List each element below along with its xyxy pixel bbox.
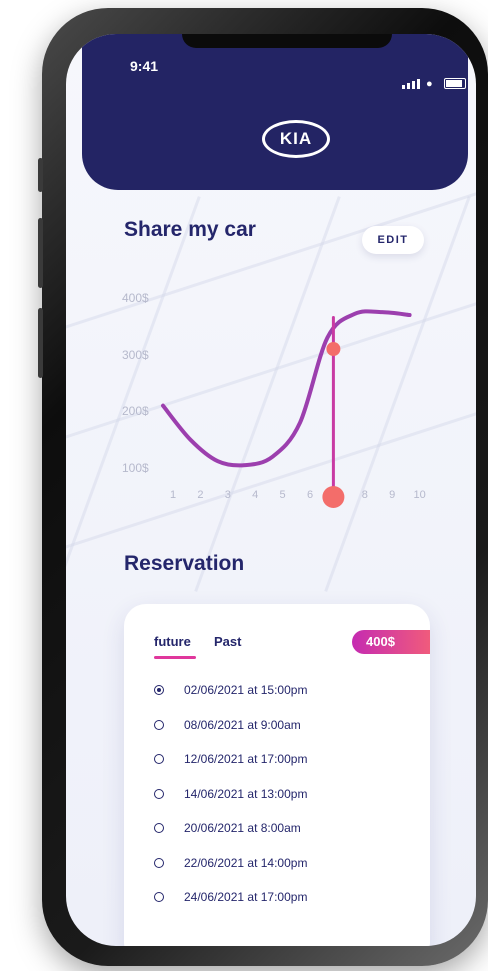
reservation-item[interactable]: 02/06/2021 at 15:00pm xyxy=(154,680,307,700)
side-button-volume-down xyxy=(38,308,43,378)
radio-button[interactable] xyxy=(154,857,164,868)
side-button-mute xyxy=(38,158,43,192)
radio-button[interactable] xyxy=(154,754,164,764)
selected-point xyxy=(326,342,341,356)
reservation-item[interactable]: 08/06/2021 at 9:00am xyxy=(154,715,301,735)
reservation-date-label: 14/06/2021 at 13:00pm xyxy=(184,786,308,801)
reservation-date-label: 12/06/2021 at 17:00pm xyxy=(184,752,308,766)
reservation-date-label: 08/06/2021 at 9:00am xyxy=(184,717,301,732)
price-chart[interactable] xyxy=(66,34,476,534)
price-badge: 400$ xyxy=(352,630,430,654)
tab-past[interactable]: Past xyxy=(214,634,241,649)
reservation-date-label: 22/06/2021 at 14:00pm xyxy=(184,855,308,870)
radio-button[interactable] xyxy=(154,823,164,833)
reservation-date-label: 24/06/2021 at 17:00pm xyxy=(184,890,308,904)
reservation-item[interactable]: 24/06/2021 at 17:00pm xyxy=(154,887,307,907)
phone-screen: 9:41 ● KIA Share my car EDIT 400$ 300$ 2… xyxy=(66,34,476,946)
tab-underline xyxy=(154,656,196,659)
reservation-item[interactable]: 20/06/2021 at 8:00am xyxy=(154,818,301,838)
reservation-title: Reservation xyxy=(124,552,245,575)
x-selector-handle[interactable] xyxy=(322,486,345,508)
tab-future[interactable]: future xyxy=(154,634,191,649)
radio-button[interactable] xyxy=(154,788,164,799)
reservation-item[interactable]: 22/06/2021 at 14:00pm xyxy=(154,853,307,873)
radio-button[interactable] xyxy=(154,719,164,730)
reservation-card: future Past 400$ 02/06/2021 at 15:00pm 08… xyxy=(124,604,430,946)
side-button-volume-up xyxy=(38,218,43,288)
reservation-item[interactable]: 12/06/2021 at 17:00pm xyxy=(154,749,307,769)
reservation-date-label: 20/06/2021 at 8:00am xyxy=(184,821,301,835)
reservation-date-label: 02/06/2021 at 15:00pm xyxy=(184,683,308,697)
reservation-item[interactable]: 14/06/2021 at 13:00pm xyxy=(154,784,307,804)
radio-button[interactable] xyxy=(154,892,164,902)
series-line xyxy=(161,309,412,468)
radio-button[interactable] xyxy=(154,685,164,695)
